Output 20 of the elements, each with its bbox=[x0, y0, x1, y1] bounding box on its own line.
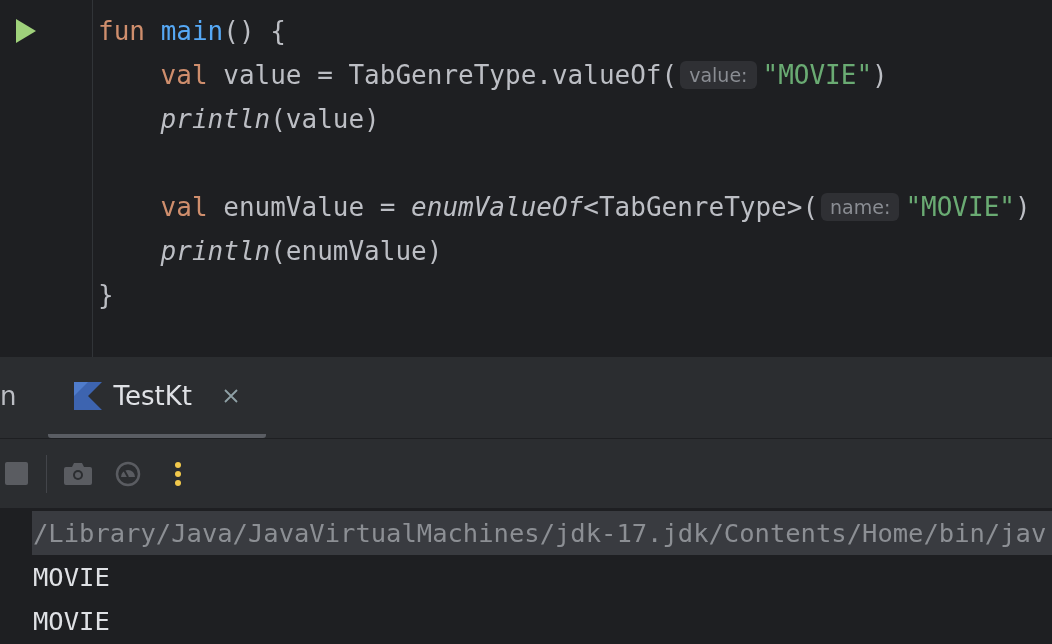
output-line: MOVIE bbox=[32, 561, 111, 594]
code-text: println(value) bbox=[159, 104, 380, 134]
parameter-hint: value: bbox=[680, 61, 757, 89]
run-tab[interactable]: TestKt bbox=[48, 357, 266, 438]
close-icon[interactable] bbox=[223, 388, 238, 403]
code-text: "MOVIE") bbox=[905, 192, 1031, 222]
code-text: println(enumValue) bbox=[159, 236, 443, 266]
kotlin-icon bbox=[74, 381, 103, 410]
run-tab[interactable]: n bbox=[0, 357, 49, 438]
code-text: "MOVIE") bbox=[762, 60, 888, 90]
parameter-hint: name: bbox=[821, 193, 900, 221]
code-text: val enumValue = enumValueOf<TabGenreType>( bbox=[159, 192, 819, 222]
code-text: fun main() { bbox=[98, 16, 286, 46]
tab-label: n bbox=[0, 380, 17, 411]
more-icon[interactable] bbox=[174, 460, 182, 487]
tab-label: TestKt bbox=[113, 380, 192, 411]
code-text: } bbox=[98, 280, 114, 310]
output-line: MOVIE bbox=[32, 605, 111, 638]
code-text: val value = TabGenreType.valueOf( bbox=[159, 60, 678, 90]
run-icon[interactable] bbox=[16, 19, 36, 43]
